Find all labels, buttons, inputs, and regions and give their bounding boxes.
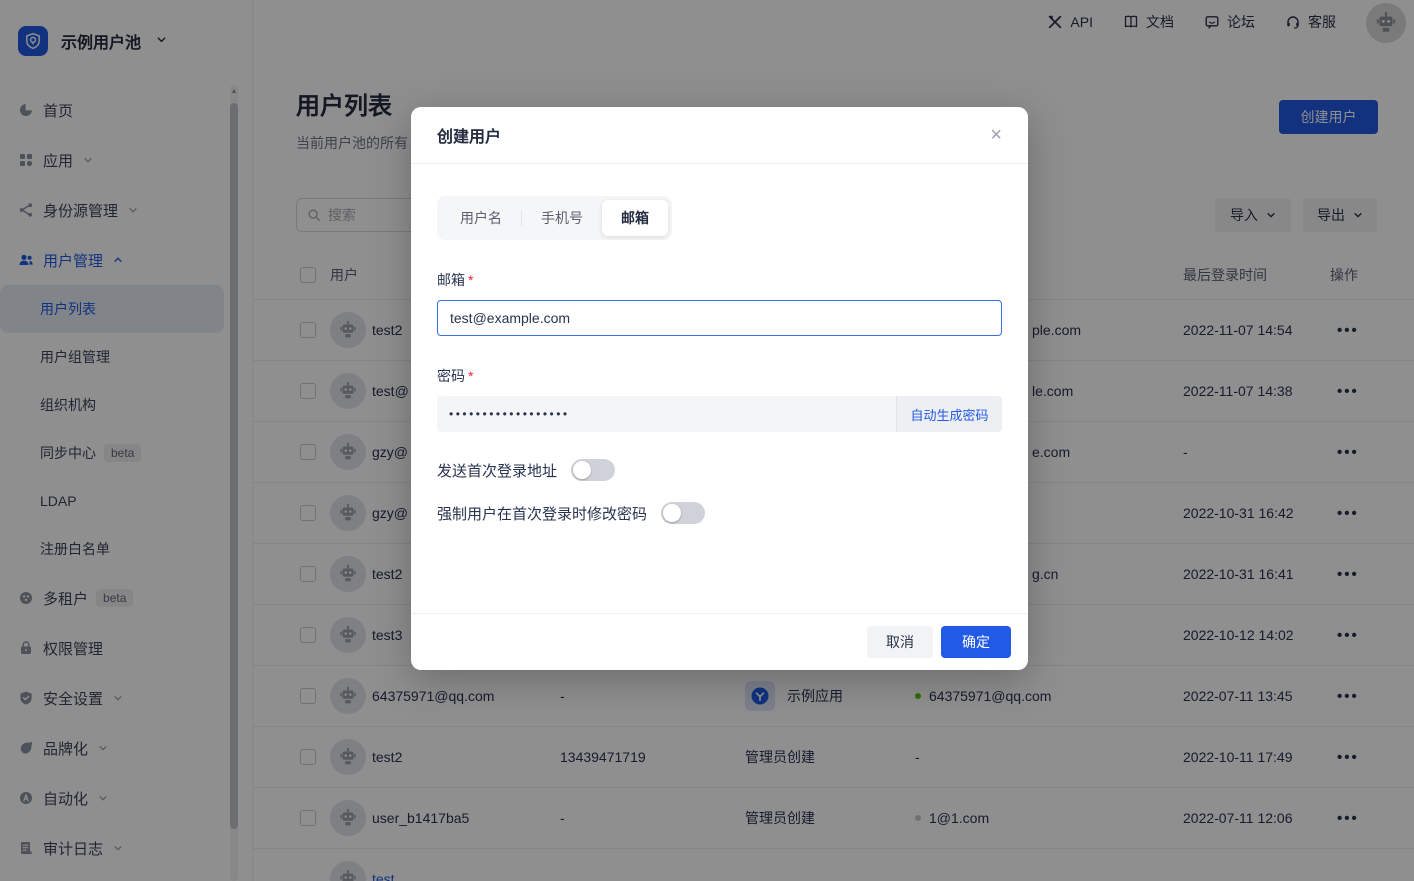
email-input[interactable] <box>437 300 1002 336</box>
cancel-button[interactable]: 取消 <box>867 626 933 658</box>
modal-body: 用户名手机号邮箱 邮箱* 密码* •••••••••••••••••• 自动生成… <box>411 164 1028 524</box>
email-field-label: 邮箱* <box>437 270 1002 290</box>
create-mode-tabs: 用户名手机号邮箱 <box>437 196 672 240</box>
tab-用户名[interactable]: 用户名 <box>441 200 521 236</box>
password-field-label: 密码* <box>437 366 1002 386</box>
confirm-button[interactable]: 确定 <box>941 626 1011 658</box>
send-first-login-toggle[interactable] <box>571 459 615 481</box>
modal-footer: 取消 确定 <box>411 613 1028 670</box>
modal-title: 创建用户 <box>437 123 501 147</box>
required-star: * <box>468 368 473 384</box>
modal-header: 创建用户 × <box>411 107 1028 164</box>
password-field[interactable]: •••••••••••••••••• 自动生成密码 <box>437 396 1002 432</box>
tab-邮箱[interactable]: 邮箱 <box>602 200 668 236</box>
tab-手机号[interactable]: 手机号 <box>522 200 602 236</box>
autogenerate-password-button[interactable]: 自动生成密码 <box>896 396 1002 432</box>
password-masked-value: •••••••••••••••••• <box>437 407 896 421</box>
create-user-modal: 创建用户 × 用户名手机号邮箱 邮箱* 密码* ••••••••••••••••… <box>411 107 1028 670</box>
send-first-login-label: 发送首次登录地址 <box>437 460 557 481</box>
force-change-password-toggle[interactable] <box>661 502 705 524</box>
close-icon[interactable]: × <box>990 125 1002 145</box>
force-change-password-label: 强制用户在首次登录时修改密码 <box>437 503 647 524</box>
required-star: * <box>468 272 473 288</box>
